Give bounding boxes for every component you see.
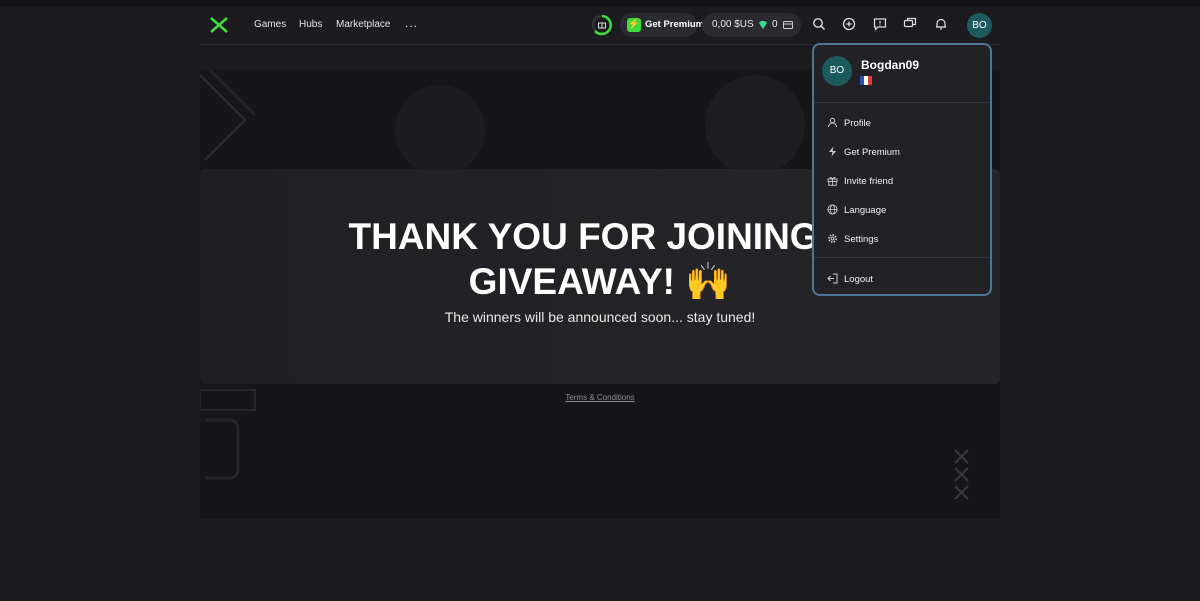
menu-item-label: Language: [844, 205, 887, 216]
create-plus-icon[interactable]: [842, 17, 856, 31]
chat-icon[interactable]: [903, 17, 917, 31]
top-navbar: Games Hubs Marketplace ... ⚡ Get Premium…: [200, 6, 1000, 45]
logo-icon[interactable]: [209, 16, 229, 34]
nav-hubs[interactable]: Hubs: [299, 19, 322, 30]
menu-item-label: Profile: [844, 118, 871, 129]
dropdown-avatar: BO: [822, 56, 852, 86]
menu-item-label: Settings: [844, 234, 879, 245]
terms-link[interactable]: Terms & Conditions: [0, 393, 1200, 402]
nav-marketplace[interactable]: Marketplace: [336, 19, 390, 30]
wallet-button[interactable]: 0,00 $US 0: [702, 13, 801, 37]
menu-item-logout[interactable]: Logout: [814, 266, 990, 292]
user-dropdown-menu: BO Bogdan09 Profile Get Premium Invite f…: [812, 43, 992, 296]
gear-icon: [828, 234, 837, 243]
menu-item-label: Get Premium: [844, 147, 900, 158]
menu-item-invite-friend[interactable]: Invite friend: [814, 168, 990, 194]
giveaway-subtitle: The winners will be announced soon... st…: [444, 309, 756, 325]
search-icon[interactable]: [812, 17, 826, 31]
more-menu-button[interactable]: ...: [405, 16, 418, 30]
user-icon: [828, 117, 837, 128]
menu-item-settings[interactable]: Settings: [814, 226, 990, 252]
get-premium-label: Get Premium: [645, 19, 705, 30]
dropdown-divider: [814, 257, 990, 258]
dropdown-divider: [814, 102, 990, 103]
bolt-icon: ⚡: [627, 18, 641, 32]
menu-item-get-premium[interactable]: Get Premium: [814, 139, 990, 165]
menu-item-profile[interactable]: Profile: [814, 110, 990, 136]
globe-icon: [827, 204, 838, 215]
gem-count: 0: [772, 19, 778, 30]
menu-item-language[interactable]: Language: [814, 197, 990, 223]
feedback-icon[interactable]: [873, 17, 887, 31]
france-flag-icon: [860, 76, 872, 85]
menu-item-label: Invite friend: [844, 176, 894, 187]
gift-icon: [827, 176, 838, 186]
get-premium-button[interactable]: ⚡ Get Premium: [620, 13, 704, 37]
user-avatar-button[interactable]: BO: [967, 13, 992, 38]
nav-games[interactable]: Games: [254, 19, 286, 30]
dropdown-username[interactable]: Bogdan09: [861, 58, 919, 72]
mission-progress-icon[interactable]: [591, 14, 613, 36]
bolt-icon: [829, 146, 836, 157]
wallet-icon: [783, 21, 793, 29]
menu-item-label: Logout: [844, 274, 874, 285]
gem-icon: [759, 21, 767, 29]
wallet-balance: 0,00 $US: [712, 19, 754, 30]
logout-icon: [827, 273, 838, 284]
notifications-bell-icon[interactable]: [934, 17, 948, 31]
